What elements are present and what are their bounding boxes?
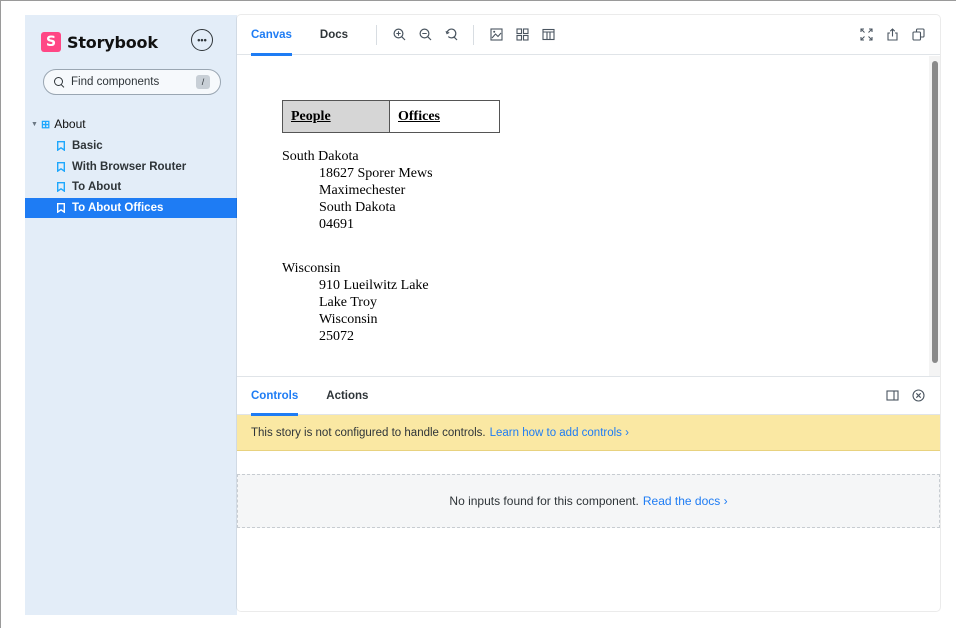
- tab-actions[interactable]: Actions: [326, 377, 368, 415]
- tree-item-to-about-offices[interactable]: To About Offices: [25, 197, 237, 218]
- addons-panel: Controls Actions This story is not confi…: [237, 376, 940, 611]
- zoom-in-icon[interactable]: [391, 27, 407, 43]
- storybook-logo-icon: S: [41, 32, 61, 52]
- sidebar: S Storybook ••• Find components / ▼ ⊞ Ab…: [25, 15, 237, 615]
- office-entry: Wisconsin 910 Lueilwitz Lake Lake Troy W…: [282, 260, 429, 345]
- brand[interactable]: S Storybook: [41, 31, 158, 53]
- zoom-reset-icon[interactable]: [443, 27, 459, 43]
- background-icon[interactable]: [488, 27, 504, 43]
- tab-canvas[interactable]: Canvas: [251, 15, 292, 56]
- toolbar: Canvas Docs: [237, 15, 940, 56]
- copy-link-icon[interactable]: [910, 27, 926, 43]
- empty-controls-box: No inputs found for this component. Read…: [237, 474, 940, 528]
- search-icon: [54, 76, 65, 88]
- preview-scrollbar-thumb[interactable]: [932, 61, 938, 363]
- bookmark-icon: [57, 182, 65, 193]
- preview-nav: People Offices: [282, 100, 500, 133]
- toolbar-divider: [473, 24, 475, 45]
- close-panel-icon[interactable]: [910, 388, 926, 404]
- outline-icon[interactable]: [540, 27, 556, 43]
- notice-text: This story is not configured to handle c…: [251, 426, 486, 439]
- search-input[interactable]: Find components /: [43, 69, 221, 95]
- people-link[interactable]: People: [282, 100, 390, 133]
- office-address-line: 04691: [319, 217, 354, 232]
- panel-position-icon[interactable]: [884, 388, 900, 404]
- office-entry: South Dakota 18627 Sporer Mews Maximeche…: [282, 148, 433, 233]
- controls-notice: This story is not configured to handle c…: [237, 415, 940, 451]
- tree-group-label: About: [54, 117, 86, 131]
- tree-item-label: With Browser Router: [72, 160, 187, 173]
- tree-item-with-browser-router[interactable]: With Browser Router: [25, 157, 237, 178]
- tab-docs[interactable]: Docs: [320, 15, 348, 55]
- office-address-line: South Dakota: [319, 200, 396, 215]
- office-address-line: Maximechester: [319, 183, 406, 198]
- read-docs-link[interactable]: Read the docs ›: [643, 494, 728, 508]
- learn-controls-link[interactable]: Learn how to add controls ›: [490, 427, 629, 439]
- share-icon[interactable]: [884, 27, 900, 43]
- tree-group-about[interactable]: ▼ ⊞ About: [25, 115, 237, 133]
- office-address-line: 25072: [319, 329, 354, 344]
- office-address-line: 910 Lueilwitz Lake: [319, 278, 429, 293]
- bookmark-icon: [57, 202, 65, 213]
- office-address-line: Wisconsin: [319, 312, 378, 327]
- addons-tabbar: Controls Actions: [237, 377, 940, 416]
- caret-down-icon: ▼: [31, 120, 38, 128]
- office-address-line: Lake Troy: [319, 295, 377, 310]
- ellipsis-icon: •••: [197, 35, 207, 45]
- more-menu-button[interactable]: •••: [191, 29, 213, 51]
- tree-item-label: Basic: [72, 140, 103, 153]
- fullscreen-icon[interactable]: [858, 27, 874, 43]
- offices-link[interactable]: Offices: [390, 100, 500, 133]
- tree-item-basic[interactable]: Basic: [25, 136, 237, 157]
- search-placeholder: Find components: [71, 76, 160, 88]
- grid-icon[interactable]: [514, 27, 530, 43]
- toolbar-divider: [376, 24, 378, 45]
- empty-text: No inputs found for this component.: [449, 494, 639, 508]
- story-preview: People Offices South Dakota 18627 Sporer…: [237, 56, 940, 376]
- office-state: Wisconsin: [282, 261, 341, 276]
- search-shortcut-key: /: [196, 75, 210, 89]
- bookmark-icon: [57, 141, 65, 152]
- story-tree: ▼ ⊞ About Basic With Browser Router To A…: [25, 115, 237, 218]
- tree-item-label: To About Offices: [72, 201, 164, 214]
- brand-title: Storybook: [67, 32, 158, 52]
- tab-controls[interactable]: Controls: [251, 377, 299, 416]
- tree-item-to-about[interactable]: To About: [25, 177, 237, 198]
- office-address-line: 18627 Sporer Mews: [319, 166, 433, 181]
- office-state: South Dakota: [282, 149, 359, 164]
- component-icon: ⊞: [41, 118, 51, 131]
- main-panel: Canvas Docs People Offices South Dakota …: [237, 15, 940, 611]
- bookmark-icon: [57, 161, 65, 172]
- tree-item-label: To About: [72, 181, 122, 194]
- zoom-out-icon[interactable]: [417, 27, 433, 43]
